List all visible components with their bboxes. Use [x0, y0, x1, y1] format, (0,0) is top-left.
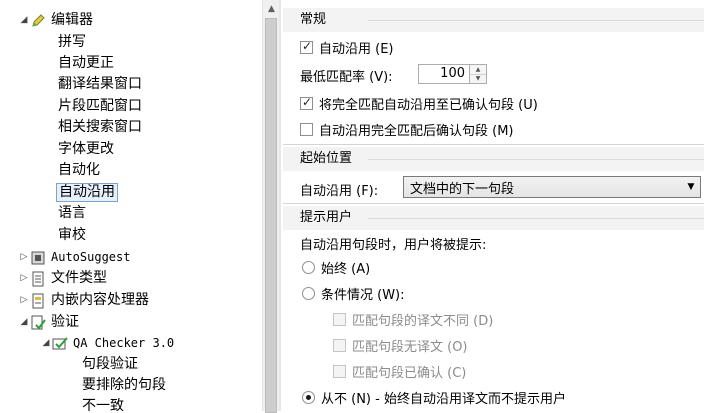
- divider: [283, 203, 704, 204]
- tree-item-automation[interactable]: 自动化: [58, 160, 100, 181]
- start-group-header: 起始位置: [283, 147, 704, 171]
- collapse-arrow-icon[interactable]: ◢: [18, 10, 30, 31]
- always-radio-row[interactable]: 始终 (A): [302, 258, 370, 277]
- min-match-label: 最低匹配率 (V):: [300, 70, 393, 85]
- tree-item-segments-to-exclude[interactable]: 要排除的句段: [82, 375, 166, 396]
- prompt-description: 自动沿用句段时，用户将被提示:: [300, 238, 487, 253]
- options-tree: ◢ 编辑器 拼写 自动更正 翻译结果窗口 片段匹配窗口 相关搜索窗口 字体更改 …: [0, 0, 262, 411]
- tree-scrollbar[interactable]: ▲: [262, 0, 280, 413]
- cond-confirmed-row[interactable]: 匹配句段已确认 (C): [333, 362, 466, 381]
- tree-item-language[interactable]: 语言: [58, 203, 86, 224]
- file-types-icon: [30, 271, 46, 287]
- verification-icon: [30, 315, 46, 331]
- start-label: 自动沿用 (F):: [300, 184, 379, 199]
- tree-node-verification[interactable]: ◢ 验证: [18, 312, 79, 333]
- collapse-arrow-icon[interactable]: ◢: [18, 312, 30, 333]
- tree-node-file-types[interactable]: ▷ 文件类型: [18, 268, 107, 289]
- tree-item-fragment-match[interactable]: 片段匹配窗口: [58, 96, 142, 117]
- conditions-radio[interactable]: [302, 287, 315, 300]
- tree-label: AutoSuggest: [51, 250, 131, 264]
- start-position-value: 文档中的下一句段: [410, 181, 515, 197]
- tree-label: 验证: [51, 314, 79, 330]
- autopropagate-checkbox[interactable]: [300, 39, 313, 54]
- always-radio[interactable]: [302, 261, 315, 274]
- tree-item-translation-results[interactable]: 翻译结果窗口: [58, 74, 142, 95]
- conditions-radio-row[interactable]: 条件情况 (W):: [302, 284, 405, 303]
- autosuggest-icon: [30, 250, 46, 266]
- qa-checker-icon: [52, 336, 68, 352]
- panel-splitter[interactable]: [279, 0, 281, 411]
- prompt-group-header: 提示用户: [283, 206, 704, 230]
- spin-down-icon[interactable]: ▼: [470, 74, 486, 83]
- confirm-after-checkbox[interactable]: [300, 123, 313, 136]
- tree-item-spelling[interactable]: 拼写: [58, 32, 86, 53]
- propagate-exact-checkbox[interactable]: [300, 95, 313, 110]
- tree-label: QA Checker 3.0: [73, 336, 175, 350]
- never-radio[interactable]: [302, 391, 315, 404]
- expand-arrow-icon[interactable]: ▷: [18, 268, 30, 289]
- tree-item-font-change[interactable]: 字体更改: [58, 139, 114, 160]
- expand-arrow-icon[interactable]: ▷: [18, 290, 30, 311]
- tree-item-review[interactable]: 审校: [58, 225, 86, 246]
- never-radio-row[interactable]: 从不 (N) - 始终自动沿用译文而不提示用户: [302, 388, 566, 407]
- propagate-exact-row[interactable]: 将完全匹配自动沿用至已确认句段 (U): [300, 94, 538, 113]
- pencil-icon: [30, 13, 46, 29]
- confirm-after-row[interactable]: 自动沿用完全匹配后确认句段 (M): [300, 120, 514, 139]
- min-match-spinner[interactable]: 100 ▲ ▼: [418, 64, 487, 84]
- tree-node-editor[interactable]: ◢ 编辑器: [18, 10, 93, 31]
- tree-node-embedded-content[interactable]: ▷ 内嵌内容处理器: [18, 290, 149, 311]
- autopropagate-checkbox-row[interactable]: 自动沿用 (E): [300, 38, 394, 57]
- cond-different-checkbox[interactable]: [333, 313, 346, 326]
- spin-up-icon[interactable]: ▲: [470, 65, 486, 75]
- tree-item-segment-verification[interactable]: 句段验证: [82, 354, 138, 375]
- scroll-thumb[interactable]: [265, 18, 277, 413]
- general-group-header: 常规: [283, 8, 704, 32]
- tree-item-autocorrect[interactable]: 自动更正: [58, 53, 114, 74]
- start-position-dropdown[interactable]: 文档中的下一句段 ▼: [403, 176, 701, 198]
- tree-label: 内嵌内容处理器: [51, 292, 149, 308]
- expand-arrow-icon[interactable]: ▷: [18, 247, 30, 268]
- tree-label: 文件类型: [51, 270, 107, 286]
- tree-label: 编辑器: [51, 12, 93, 28]
- cond-different-row[interactable]: 匹配句段的译文不同 (D): [333, 310, 493, 329]
- collapse-arrow-icon[interactable]: ◢: [40, 333, 52, 354]
- autopropagation-settings: 常规 自动沿用 (E) 最低匹配率 (V): 100 ▲ ▼ 将完全匹配自动沿用…: [283, 0, 704, 411]
- min-match-value[interactable]: 100: [418, 64, 470, 84]
- tree-node-autosuggest[interactable]: ▷ AutoSuggest: [18, 247, 130, 268]
- scroll-up-arrow-icon[interactable]: ▲: [263, 0, 280, 17]
- cond-confirmed-checkbox[interactable]: [333, 365, 346, 378]
- dropdown-arrow-icon[interactable]: ▼: [682, 182, 700, 192]
- tree-item-autopropagation-selected[interactable]: 自动沿用: [56, 182, 118, 203]
- cond-no-target-row[interactable]: 匹配句段无译文 (O): [333, 336, 468, 355]
- embedded-content-icon: [30, 293, 46, 309]
- tree-item-concordance[interactable]: 相关搜索窗口: [58, 117, 142, 138]
- cond-no-target-checkbox[interactable]: [333, 339, 346, 352]
- tree-item-inconsistencies[interactable]: 不一致: [82, 396, 124, 411]
- tree-node-qa-checker[interactable]: ◢ QA Checker 3.0: [40, 333, 175, 354]
- divider: [283, 144, 704, 145]
